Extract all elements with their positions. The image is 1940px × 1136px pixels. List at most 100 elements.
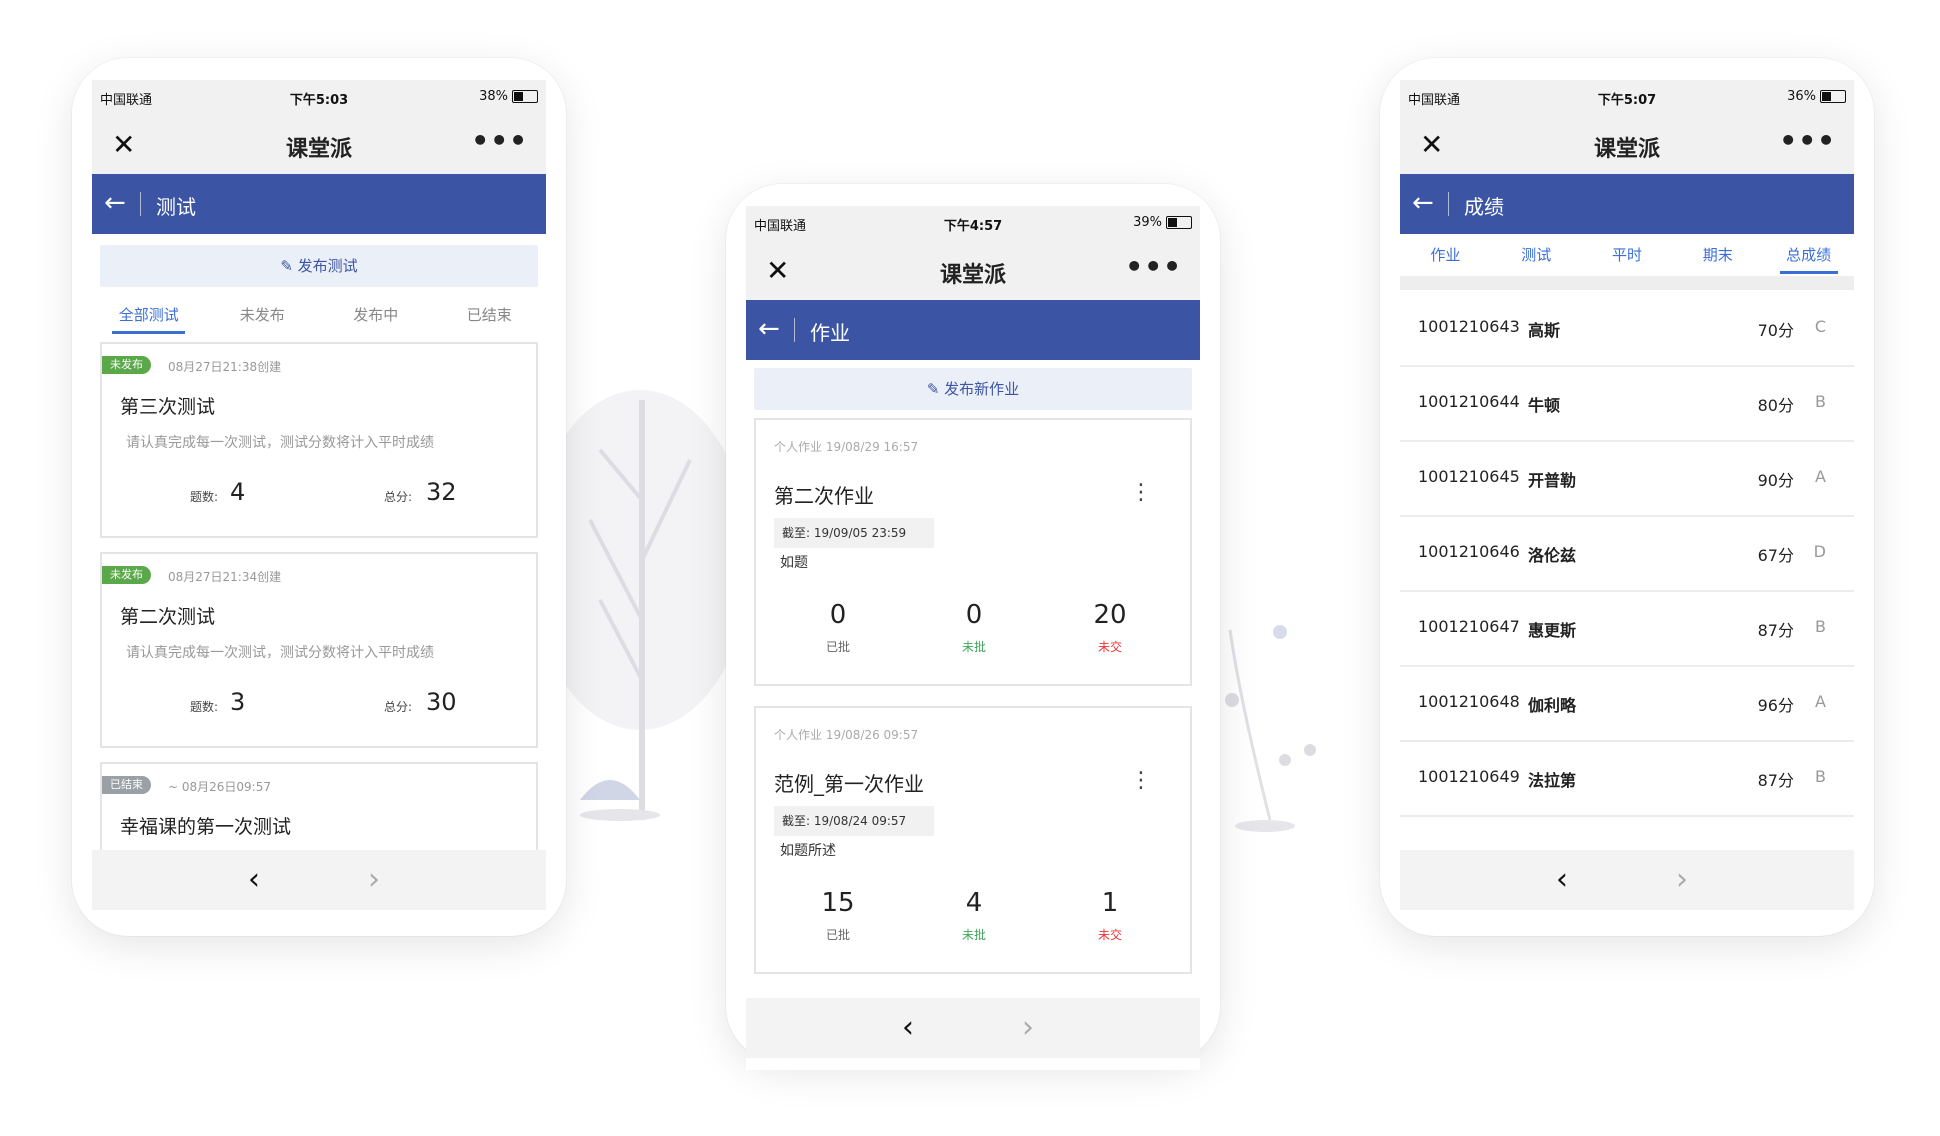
back-arrow-icon[interactable]: ←: [104, 188, 126, 218]
homework-description: 如题: [780, 555, 808, 571]
graded-count[interactable]: 0 已批: [778, 600, 898, 655]
edit-icon: ✎: [926, 380, 945, 398]
back-arrow-icon[interactable]: ←: [758, 314, 780, 344]
phone-grades: 中国联通 下午5:07 36% ✕ 课堂派 ••• ← 成绩 作业 测试 平时 …: [1380, 58, 1874, 936]
status-badge: 未发布: [102, 566, 151, 584]
student-name: 洛伦兹: [1528, 546, 1577, 565]
deadline: 截至: 19/09/05 23:59: [774, 518, 934, 548]
more-options-icon[interactable]: •••: [471, 124, 528, 157]
graded-number: 0: [829, 600, 847, 630]
unsubmitted-count[interactable]: 20 未交: [1050, 600, 1170, 655]
score-row[interactable]: 1001210649 法拉第 87分 B: [1400, 740, 1854, 817]
page-title: 作业: [810, 321, 850, 345]
publish-homework-button[interactable]: ✎ 发布新作业: [754, 368, 1192, 410]
student-id: 1001210643: [1418, 317, 1520, 336]
homework-title: 第二次作业: [774, 484, 874, 508]
bottom-navigation: ‹ ›: [92, 850, 546, 910]
grade-category-tabs: 作业 测试 平时 期末 总成绩: [1400, 238, 1854, 274]
student-id: 1001210644: [1418, 392, 1520, 411]
homework-title: 范例_第一次作业: [774, 772, 924, 796]
tab-all-tests[interactable]: 全部测试: [92, 298, 206, 334]
bottom-navigation: ‹ ›: [1400, 850, 1854, 910]
student-id: 1001210648: [1418, 692, 1520, 711]
nav-header: ← 测试: [92, 174, 546, 234]
student-name: 牛顿: [1528, 396, 1561, 415]
kebab-menu-icon[interactable]: ⋮: [1130, 480, 1152, 505]
score-row[interactable]: 1001210643 高斯 70分 C: [1400, 290, 1854, 367]
tab-publishing[interactable]: 发布中: [319, 298, 433, 334]
ungraded-label: 未批: [961, 928, 986, 942]
score-row[interactable]: 1001210647 惠更斯 87分 B: [1400, 590, 1854, 667]
tab-unpublished[interactable]: 未发布: [206, 298, 320, 334]
graded-count[interactable]: 15 已批: [778, 888, 898, 943]
ungraded-number: 0: [965, 600, 983, 630]
status-bar: 中国联通 下午5:03 38%: [92, 80, 546, 114]
student-score: 96分: [1757, 696, 1794, 715]
score-row[interactable]: 1001210648 伽利略 96分 A: [1400, 665, 1854, 742]
status-badge: 未发布: [102, 356, 151, 374]
tab-regular[interactable]: 平时: [1582, 238, 1673, 274]
divider: [140, 192, 141, 216]
homework-card[interactable]: 个人作业 19/08/26 09:57 范例_第一次作业 ⋮ 截至: 19/08…: [754, 706, 1192, 974]
total-score: 30: [426, 688, 457, 716]
student-grade: A: [1815, 692, 1826, 711]
tab-ended[interactable]: 已结束: [433, 298, 547, 334]
student-grade: A: [1815, 467, 1826, 486]
test-title: 第二次测试: [120, 606, 216, 628]
created-time: 08月27日21:38创建: [168, 360, 282, 374]
battery-percent: 39%: [1133, 215, 1162, 230]
test-description: 请认真完成每一次测试，测试分数将计入平时成绩: [126, 645, 434, 661]
student-id: 1001210645: [1418, 467, 1520, 486]
unsubmitted-number: 1: [1101, 888, 1119, 918]
divider: [1400, 276, 1854, 290]
forward-chevron-icon[interactable]: ›: [1676, 862, 1688, 897]
edit-icon: ✎: [280, 257, 298, 275]
student-id: 1001210649: [1418, 767, 1520, 786]
test-card[interactable]: 未发布 08月27日21:38创建 第三次测试 请认真完成每一次测试，测试分数将…: [100, 342, 538, 538]
student-id: 1001210647: [1418, 617, 1520, 636]
student-score: 67分: [1757, 546, 1794, 565]
student-score: 87分: [1757, 621, 1794, 640]
question-count-label: 题数:: [190, 490, 219, 504]
test-card[interactable]: 未发布 08月27日21:34创建 第二次测试 请认真完成每一次测试，测试分数将…: [100, 552, 538, 748]
more-options-icon[interactable]: •••: [1125, 250, 1182, 283]
tab-test[interactable]: 测试: [1491, 238, 1582, 274]
score-row[interactable]: 1001210646 洛伦兹 67分 D: [1400, 515, 1854, 592]
battery-indicator: 39%: [1133, 215, 1192, 230]
student-score: 70分: [1757, 321, 1794, 340]
student-grade: C: [1814, 317, 1826, 336]
graded-label: 已批: [825, 928, 850, 942]
ungraded-count[interactable]: 4 未批: [914, 888, 1034, 943]
total-score: 32: [426, 478, 457, 506]
phone-screen: 中国联通 下午4:57 39% ✕ 课堂派 ••• ← 作业 ✎ 发布新作业 个…: [746, 206, 1200, 1070]
forward-chevron-icon[interactable]: ›: [1022, 1010, 1034, 1045]
forward-chevron-icon[interactable]: ›: [368, 862, 380, 897]
student-score: 90分: [1757, 471, 1794, 490]
homework-meta: 个人作业 19/08/26 09:57: [774, 728, 919, 742]
back-chevron-icon[interactable]: ‹: [248, 862, 260, 897]
tab-final[interactable]: 期末: [1672, 238, 1763, 274]
test-description: 请认真完成每一次测试，测试分数将计入平时成绩: [126, 435, 434, 451]
student-grade: B: [1815, 767, 1826, 786]
score-row[interactable]: 1001210644 牛顿 80分 B: [1400, 365, 1854, 442]
divider: [794, 318, 795, 342]
ungraded-count[interactable]: 0 未批: [914, 600, 1034, 655]
back-chevron-icon[interactable]: ‹: [1556, 862, 1568, 897]
app-title-bar: ✕ 课堂派 •••: [92, 114, 546, 174]
phone-screen: 中国联通 下午5:07 36% ✕ 课堂派 ••• ← 成绩 作业 测试 平时 …: [1400, 80, 1854, 910]
homework-card[interactable]: 个人作业 19/08/29 16:57 第二次作业 ⋮ 截至: 19/09/05…: [754, 418, 1192, 686]
publish-test-button[interactable]: ✎ 发布测试: [100, 245, 538, 287]
bottom-navigation: ‹ ›: [746, 998, 1200, 1058]
student-name: 惠更斯: [1528, 621, 1577, 640]
back-arrow-icon[interactable]: ←: [1412, 188, 1434, 218]
total-score-label: 总分:: [384, 490, 413, 504]
score-row[interactable]: 1001210645 开普勒 90分 A: [1400, 440, 1854, 517]
status-bar: 中国联通 下午5:07 36%: [1400, 80, 1854, 114]
unsubmitted-count[interactable]: 1 未交: [1050, 888, 1170, 943]
battery-icon: [1820, 90, 1846, 103]
tab-total-grade[interactable]: 总成绩: [1763, 238, 1854, 274]
tab-homework[interactable]: 作业: [1400, 238, 1491, 274]
more-options-icon[interactable]: •••: [1779, 124, 1836, 157]
back-chevron-icon[interactable]: ‹: [902, 1010, 914, 1045]
kebab-menu-icon[interactable]: ⋮: [1130, 768, 1152, 793]
